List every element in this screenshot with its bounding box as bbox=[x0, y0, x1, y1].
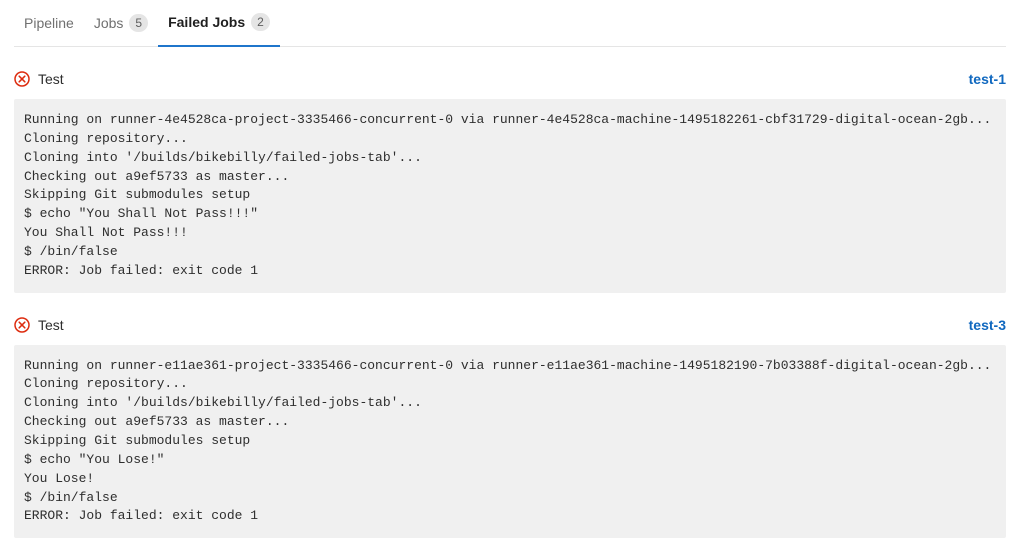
failed-job-entry: Test test-1 Running on runner-4e4528ca-p… bbox=[14, 47, 1006, 293]
job-header: Test test-3 bbox=[14, 317, 1006, 345]
tab-label: Jobs bbox=[94, 15, 124, 31]
tab-label: Failed Jobs bbox=[168, 14, 245, 30]
job-log-output: Running on runner-e11ae361-project-33354… bbox=[14, 345, 1006, 538]
pipeline-tabs: Pipeline Jobs 5 Failed Jobs 2 bbox=[14, 0, 1006, 47]
failed-status-icon bbox=[14, 317, 30, 333]
tab-pipeline[interactable]: Pipeline bbox=[14, 1, 84, 47]
tab-label: Pipeline bbox=[24, 15, 74, 31]
job-name-link[interactable]: test-3 bbox=[969, 317, 1006, 333]
tab-count-badge: 5 bbox=[129, 14, 148, 32]
job-name-link[interactable]: test-1 bbox=[969, 71, 1006, 87]
job-header-left: Test bbox=[14, 71, 64, 87]
failed-status-icon bbox=[14, 71, 30, 87]
tab-failed-jobs[interactable]: Failed Jobs 2 bbox=[158, 1, 280, 47]
stage-name: Test bbox=[38, 317, 64, 333]
tab-count-badge: 2 bbox=[251, 13, 270, 31]
job-log-output: Running on runner-4e4528ca-project-33354… bbox=[14, 99, 1006, 293]
stage-name: Test bbox=[38, 71, 64, 87]
tab-jobs[interactable]: Jobs 5 bbox=[84, 1, 158, 47]
failed-job-entry: Test test-3 Running on runner-e11ae361-p… bbox=[14, 293, 1006, 538]
job-header: Test test-1 bbox=[14, 71, 1006, 99]
job-header-left: Test bbox=[14, 317, 64, 333]
